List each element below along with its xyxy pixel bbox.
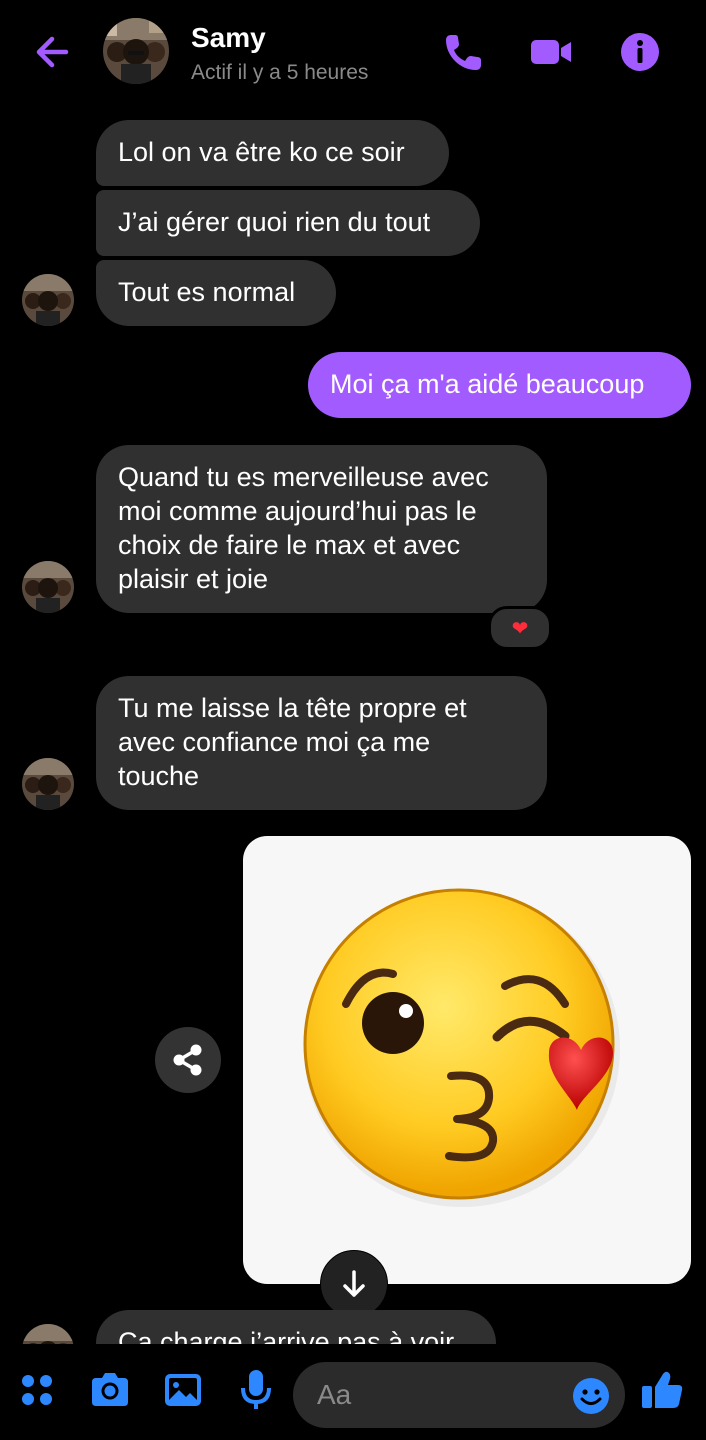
heart-reaction-badge[interactable]: ❤ bbox=[488, 606, 552, 650]
message-input-placeholder: Aa bbox=[317, 1379, 352, 1410]
contact-status: Actif il y a 5 heures bbox=[191, 61, 369, 84]
message-thread[interactable]: Lol on va être ko ce soir J’ai gérer quo… bbox=[0, 106, 706, 1344]
thumbs-up-icon[interactable] bbox=[638, 1366, 686, 1414]
arrow-down-icon bbox=[343, 1270, 365, 1297]
info-icon[interactable] bbox=[618, 30, 662, 74]
message-bubble[interactable]: Quand tu es merveilleuse avec moi comme … bbox=[96, 445, 547, 613]
message-bubble[interactable]: Tout es normal bbox=[96, 260, 336, 326]
contact-avatar-small[interactable] bbox=[22, 758, 74, 810]
message-bubble[interactable]: Lol on va être ko ce soir bbox=[96, 120, 449, 186]
gallery-icon[interactable] bbox=[159, 1366, 207, 1414]
contact-avatar-small[interactable] bbox=[22, 1324, 74, 1344]
heart-icon: ❤ bbox=[511, 617, 529, 640]
message-bubble[interactable]: J’ai gérer quoi rien du tout bbox=[96, 190, 480, 256]
message-bubble[interactable]: Tu me laisse la tête propre et avec conf… bbox=[96, 676, 547, 810]
contact-avatar[interactable] bbox=[103, 18, 169, 84]
message-bubble-outgoing[interactable]: Moi ça m'a aidé beaucoup bbox=[308, 352, 691, 418]
contact-avatar-small[interactable] bbox=[22, 274, 74, 326]
message-bubble[interactable]: Ça charge j’arrive pas à voir bbox=[96, 1310, 496, 1344]
message-input[interactable]: Aa bbox=[293, 1362, 625, 1428]
phone-icon[interactable] bbox=[442, 30, 486, 74]
back-arrow-icon[interactable] bbox=[30, 28, 74, 76]
camera-icon[interactable] bbox=[86, 1366, 134, 1414]
contact-avatar-small[interactable] bbox=[22, 561, 74, 613]
emoji-icon[interactable] bbox=[571, 1376, 611, 1416]
message-composer: Aa bbox=[0, 1344, 706, 1440]
video-camera-icon[interactable] bbox=[529, 30, 573, 74]
kissing-face-wink-heart-sticker[interactable] bbox=[243, 836, 691, 1284]
microphone-icon[interactable] bbox=[232, 1366, 280, 1414]
contact-name: Samy bbox=[191, 22, 266, 53]
chat-header: Samy Actif il y a 5 heures bbox=[0, 0, 706, 106]
share-icon bbox=[173, 1044, 202, 1076]
scroll-to-bottom-button[interactable] bbox=[320, 1250, 388, 1318]
menu-grid-icon[interactable] bbox=[13, 1366, 61, 1414]
share-button[interactable] bbox=[155, 1027, 221, 1093]
